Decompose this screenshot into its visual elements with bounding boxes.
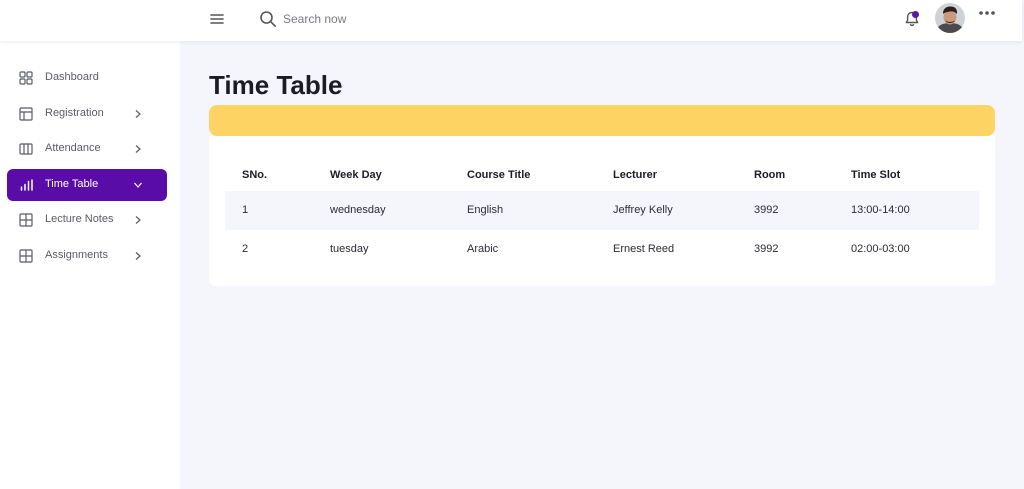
time-table: SNo. Week Day Course Title Lecturer Room… xyxy=(209,136,995,286)
more-options-icon[interactable] xyxy=(978,7,996,19)
sidebar-item-label: Dashboard xyxy=(45,71,99,83)
table-row: 1 wednesday English Jeffrey Kelly 3992 1… xyxy=(225,191,979,230)
table-icon xyxy=(19,213,33,227)
page-title: Time Table xyxy=(209,70,343,100)
column-header-room: Room xyxy=(754,169,786,181)
layout-icon xyxy=(19,107,33,121)
column-header-sno: SNo. xyxy=(242,169,268,181)
column-header-course-title: Course Title xyxy=(467,169,531,181)
chevron-right-icon xyxy=(135,145,141,153)
cell-lecturer: Jeffrey Kelly xyxy=(613,204,673,216)
table-header-banner xyxy=(209,105,995,136)
table-icon xyxy=(19,249,33,263)
column-header-week-day: Week Day xyxy=(330,169,382,181)
chevron-right-icon xyxy=(135,252,141,260)
cell-room: 3992 xyxy=(754,243,779,255)
sidebar-item-label: Time Table xyxy=(45,178,99,190)
search-icon xyxy=(260,11,276,27)
table-row: 2 tuesday Arabic Ernest Reed 3992 02:00-… xyxy=(225,230,979,269)
cell-lecturer: Ernest Reed xyxy=(613,243,675,255)
cell-time-slot: 02:00-03:00 xyxy=(851,243,910,255)
cell-week-day: tuesday xyxy=(330,243,369,255)
column-header-time-slot: Time Slot xyxy=(851,169,901,181)
sidebar-item-assignments[interactable]: Assignments xyxy=(7,240,167,272)
cell-week-day: wednesday xyxy=(330,204,386,216)
sidebar-item-label: Registration xyxy=(45,107,104,119)
avatar[interactable] xyxy=(935,3,965,33)
cell-sno: 2 xyxy=(242,243,249,255)
sidebar-item-attendance[interactable]: Attendance xyxy=(7,133,167,165)
sidebar-item-registration[interactable]: Registration xyxy=(7,98,167,130)
column-header-lecturer: Lecturer xyxy=(613,169,658,181)
user-avatar-icon xyxy=(935,3,965,33)
chevron-right-icon xyxy=(135,110,141,118)
table-header-row: SNo. Week Day Course Title Lecturer Room… xyxy=(225,156,979,195)
hamburger-menu-icon[interactable] xyxy=(208,10,226,28)
sidebar-item-label: Attendance xyxy=(45,142,101,154)
sidebar-item-time-table[interactable]: Time Table xyxy=(7,169,167,201)
sidebar-item-label: Lecture Notes xyxy=(45,213,114,225)
sidebar: Dashboard Registration Attendance Time T… xyxy=(0,41,180,489)
grid-icon xyxy=(19,71,33,85)
columns-icon xyxy=(19,143,33,155)
sidebar-item-label: Assignments xyxy=(45,249,108,261)
search-input[interactable] xyxy=(283,9,503,29)
cell-course-title: English xyxy=(467,204,504,216)
top-bar xyxy=(0,0,1022,41)
chevron-down-icon xyxy=(134,182,142,188)
sidebar-item-lecture-notes[interactable]: Lecture Notes xyxy=(7,204,167,236)
chevron-right-icon xyxy=(135,216,141,224)
cell-course-title: Arabic xyxy=(467,243,499,255)
bar-chart-icon xyxy=(20,179,33,191)
cell-room: 3992 xyxy=(754,204,779,216)
notification-dot xyxy=(912,11,919,18)
cell-sno: 1 xyxy=(242,204,249,216)
sidebar-item-dashboard[interactable]: Dashboard xyxy=(7,62,167,94)
cell-time-slot: 13:00-14:00 xyxy=(851,204,910,216)
